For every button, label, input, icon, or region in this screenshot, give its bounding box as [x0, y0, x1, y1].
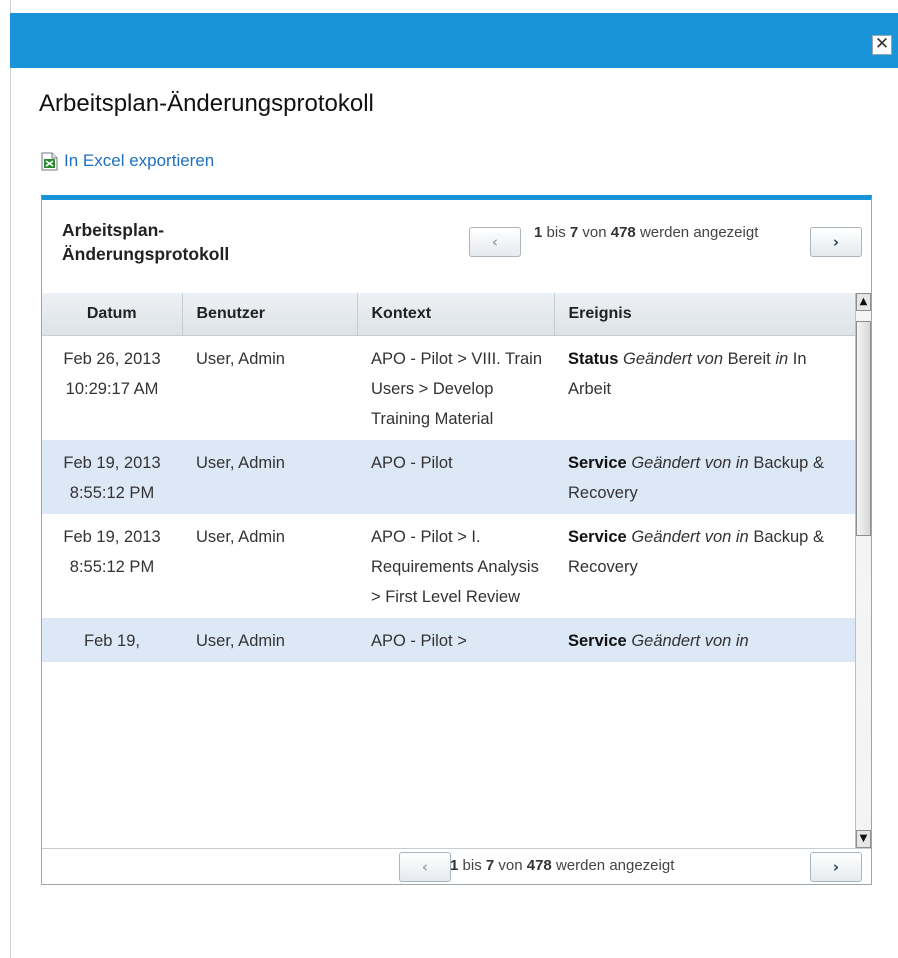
cell-context: APO - Pilot > VIII. Train Users > Develo… — [371, 350, 543, 428]
scroll-up-icon[interactable]: ▲ — [856, 293, 871, 311]
scrollbar-thumb[interactable] — [856, 321, 871, 536]
dialog-titlebar: ✕ — [10, 13, 898, 68]
event-changed: Geändert von in — [631, 632, 749, 650]
cell-date: Feb 19, 2013 8:55:12 PM — [63, 528, 161, 576]
cell-user: User, Admin — [182, 440, 357, 514]
table-row: Feb 26, 2013 10:29:17 AM User, Admin APO… — [42, 336, 857, 441]
pager-next-button-bottom[interactable]: › — [810, 852, 862, 882]
log-table-viewport: Datum Benutzer Kontext Ereignis Feb 26, … — [42, 293, 857, 848]
panel-header: Arbeitsplan-Änderungsprotokoll ‹ 1 bis 7… — [42, 200, 871, 293]
table-header-row: Datum Benutzer Kontext Ereignis — [42, 293, 857, 336]
table-scrollbar[interactable]: ▲ ▼ — [855, 293, 871, 848]
cell-event: Service Geändert von in — [554, 618, 857, 662]
pager-prev-button[interactable]: ‹ — [469, 227, 521, 257]
pager-status-top: 1 bis 7 von 478 werden angezeigt — [534, 224, 759, 241]
panel-footer: ‹ 1 bis 7 von 478 werden angezeigt › — [42, 848, 871, 886]
column-header-context[interactable]: Kontext — [357, 293, 555, 336]
event-field: Service — [568, 528, 627, 546]
cell-user: User, Admin — [182, 618, 357, 662]
event-field: Service — [568, 632, 627, 650]
window-edge — [10, 0, 11, 958]
scroll-down-icon[interactable]: ▼ — [856, 830, 871, 848]
cell-date: Feb 19, 2013 8:55:12 PM — [42, 440, 182, 514]
cell-user: User, Admin — [196, 350, 285, 368]
cell-context: APO - Pilot > I. Requirements Analysis >… — [371, 528, 539, 606]
change-log-table: Datum Benutzer Kontext Ereignis Feb 26, … — [42, 293, 857, 662]
column-header-date[interactable]: Datum — [42, 293, 183, 336]
cell-date: Feb 19, — [42, 618, 182, 662]
table-row: Feb 19, 2013 8:55:12 PM User, Admin APO … — [42, 514, 857, 618]
pager-next-button[interactable]: › — [810, 227, 862, 257]
event-changed: Geändert von — [623, 350, 724, 368]
pager-prev-button-bottom[interactable]: ‹ — [399, 852, 451, 882]
event-changed: Geändert von in — [631, 528, 749, 546]
event-in: in — [775, 350, 789, 368]
panel-title: Arbeitsplan-Änderungsprotokoll — [62, 220, 230, 264]
cell-event: Status Geändert von Bereit in In Arbeit — [554, 336, 857, 441]
cell-event: Service Geändert von in Backup & Recover… — [554, 440, 857, 514]
column-header-user[interactable]: Benutzer — [182, 293, 358, 336]
table-row: Feb 19, 2013 8:55:12 PM User, Admin APO … — [42, 440, 857, 514]
event-field: Status — [568, 350, 619, 368]
pager-status-bottom: 1 bis 7 von 478 werden angezeigt — [450, 857, 675, 874]
event-from: Bereit — [727, 350, 771, 368]
page-title: Arbeitsplan-Änderungsprotokoll — [39, 90, 374, 117]
cell-user: User, Admin — [196, 528, 285, 546]
table-row: Feb 19, User, Admin APO - Pilot > Servic… — [42, 618, 857, 662]
close-icon[interactable]: ✕ — [872, 35, 892, 55]
excel-file-icon — [41, 152, 58, 171]
event-changed: Geändert von in — [631, 454, 749, 472]
cell-event: Service Geändert von in Backup & Recover… — [554, 514, 857, 618]
export-link-label: In Excel exportieren — [64, 151, 215, 170]
change-log-panel: Arbeitsplan-Änderungsprotokoll ‹ 1 bis 7… — [41, 195, 872, 885]
cell-date: Feb 26, 2013 10:29:17 AM — [63, 350, 161, 398]
column-header-event[interactable]: Ereignis — [554, 293, 857, 336]
export-excel-link[interactable]: In Excel exportieren — [41, 151, 214, 171]
cell-context: APO - Pilot — [357, 440, 554, 514]
event-field: Service — [568, 454, 627, 472]
cell-context: APO - Pilot > — [357, 618, 554, 662]
